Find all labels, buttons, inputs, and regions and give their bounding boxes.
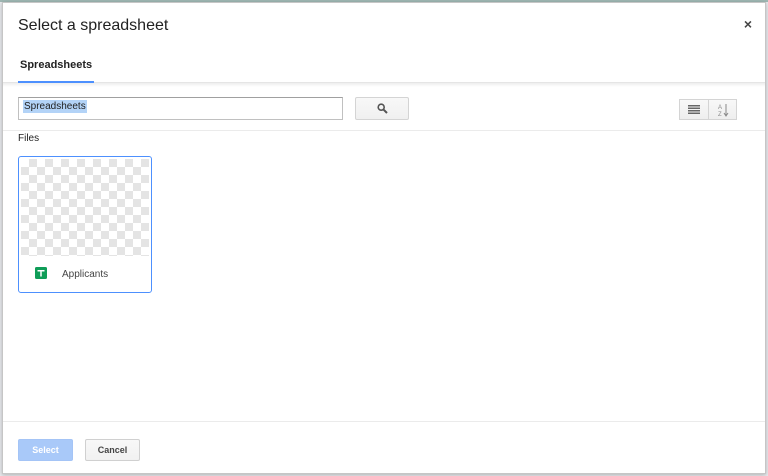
google-sheets-icon <box>35 267 47 279</box>
search-input-value: Spreadsheets <box>23 100 87 113</box>
toolbar-divider <box>3 130 765 131</box>
file-tile-applicants[interactable]: Applicants <box>18 156 152 293</box>
svg-text:A: A <box>718 105 722 111</box>
files-section-label: Files <box>18 133 40 144</box>
search-button[interactable] <box>355 97 409 120</box>
dialog-footer: Select Cancel <box>3 421 765 475</box>
view-controls: A Z <box>679 99 737 120</box>
list-view-button[interactable] <box>679 99 709 120</box>
dialog-title: Select a spreadsheet <box>18 17 169 34</box>
select-button[interactable]: Select <box>18 439 73 461</box>
search-icon <box>376 103 388 114</box>
tab-spreadsheets[interactable]: Spreadsheets <box>18 47 95 83</box>
tab-bar-shadow <box>3 83 765 87</box>
file-name: Applicants <box>62 269 109 280</box>
tab-bar: Spreadsheets <box>3 47 765 83</box>
cancel-button[interactable]: Cancel <box>85 439 140 461</box>
list-view-icon <box>688 105 700 114</box>
svg-text:Z: Z <box>718 112 722 117</box>
search-input[interactable]: Spreadsheets <box>18 97 343 120</box>
close-icon[interactable]: × <box>741 17 755 31</box>
file-thumbnail <box>21 159 149 256</box>
sort-az-icon: A Z <box>718 103 728 117</box>
sort-button[interactable]: A Z <box>709 99 737 120</box>
select-spreadsheet-dialog: Select a spreadsheet × Spreadsheets Spre… <box>2 2 766 474</box>
